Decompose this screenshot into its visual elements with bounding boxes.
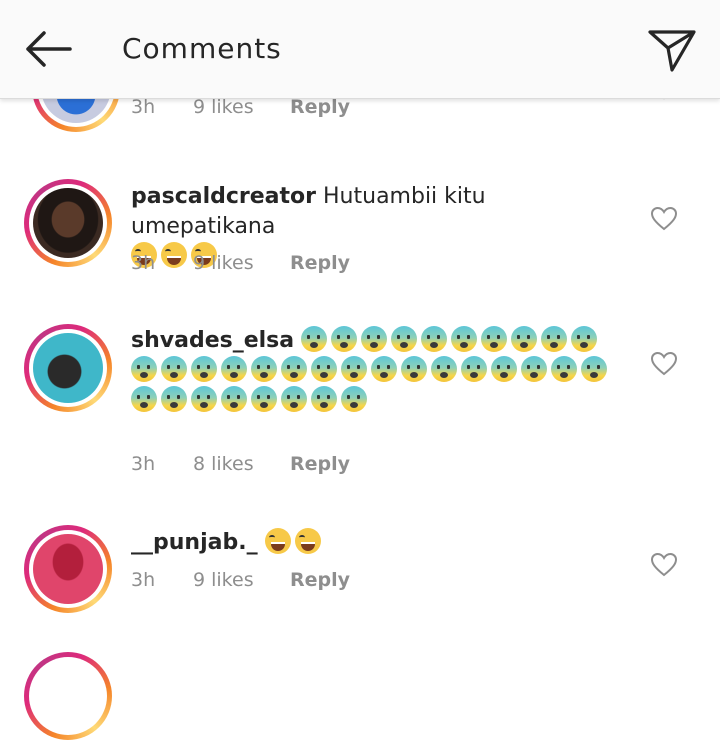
fearful-face-icon xyxy=(481,326,508,352)
fearful-face-icon xyxy=(161,386,187,412)
comment-text: __punjab._ xyxy=(131,528,631,558)
fearful-face-icon xyxy=(361,326,388,352)
fearful-face-icon xyxy=(551,356,577,382)
reply-link[interactable]: Reply xyxy=(290,569,350,591)
fearful-face-icon xyxy=(221,356,247,382)
page-title: Comments xyxy=(122,32,282,65)
direct-send-icon[interactable] xyxy=(644,22,700,74)
reply-link[interactable]: Reply xyxy=(290,252,350,274)
like-heart-icon[interactable] xyxy=(650,206,678,232)
avatar[interactable] xyxy=(24,525,112,613)
fearful-face-icon xyxy=(581,356,607,382)
fearful-face-icon xyxy=(311,356,337,382)
likes-count[interactable]: 8 likes xyxy=(193,453,254,475)
fearful-face-icon xyxy=(311,386,337,412)
face-with-tears-of-joy-icon xyxy=(161,242,187,268)
fearful-face-icon xyxy=(281,386,307,412)
fearful-face-icon xyxy=(301,326,328,352)
fearful-face-icon xyxy=(461,356,487,382)
like-heart-icon[interactable] xyxy=(650,552,678,578)
face-with-tears-of-joy-icon xyxy=(264,528,291,554)
fearful-face-icon xyxy=(511,326,538,352)
likes-count[interactable]: 9 likes xyxy=(193,96,254,118)
reply-link[interactable]: Reply xyxy=(290,96,350,118)
fearful-face-icon xyxy=(131,356,157,382)
comment-username[interactable]: shvades_elsa xyxy=(131,328,294,353)
fearful-face-icon xyxy=(341,386,367,412)
fearful-face-icon xyxy=(541,326,568,352)
avatar[interactable] xyxy=(24,179,112,267)
fearful-face-icon xyxy=(431,356,457,382)
fearful-face-icon xyxy=(401,356,427,382)
reply-link[interactable]: Reply xyxy=(290,453,350,475)
fearful-face-icon xyxy=(221,386,247,412)
like-heart-icon[interactable] xyxy=(650,351,678,377)
fearful-face-icon xyxy=(451,326,478,352)
fearful-face-icon xyxy=(391,326,418,352)
likes-count[interactable]: 9 likes xyxy=(193,252,254,274)
top-bar: Comments xyxy=(0,0,720,99)
comment-time: 3h xyxy=(131,96,156,118)
face-with-tears-of-joy-icon xyxy=(294,528,321,554)
avatar[interactable] xyxy=(24,324,112,412)
fearful-face-icon xyxy=(421,326,448,352)
likes-count[interactable]: 9 likes xyxy=(193,569,254,591)
fearful-face-icon xyxy=(131,386,157,412)
comment-time: 3h xyxy=(131,252,156,274)
fearful-face-icon xyxy=(191,386,217,412)
back-arrow-icon[interactable] xyxy=(20,26,76,72)
fearful-face-icon xyxy=(251,386,277,412)
comment-time: 3h xyxy=(131,453,156,475)
avatar[interactable] xyxy=(24,652,112,740)
fearful-face-icon xyxy=(191,356,217,382)
comment-text: shvades_elsa xyxy=(131,326,631,416)
fearful-face-icon xyxy=(251,356,277,382)
fearful-face-icon xyxy=(281,356,307,382)
comment-username[interactable]: __punjab._ xyxy=(131,530,258,555)
fearful-face-icon xyxy=(341,356,367,382)
comment-username[interactable]: pascaldcreator xyxy=(131,184,316,209)
comment-time: 3h xyxy=(131,569,156,591)
fearful-face-icon xyxy=(571,326,598,352)
fearful-face-icon xyxy=(371,356,397,382)
fearful-face-icon xyxy=(331,326,358,352)
fearful-face-icon xyxy=(521,356,547,382)
fearful-face-icon xyxy=(161,356,187,382)
fearful-face-icon xyxy=(491,356,517,382)
